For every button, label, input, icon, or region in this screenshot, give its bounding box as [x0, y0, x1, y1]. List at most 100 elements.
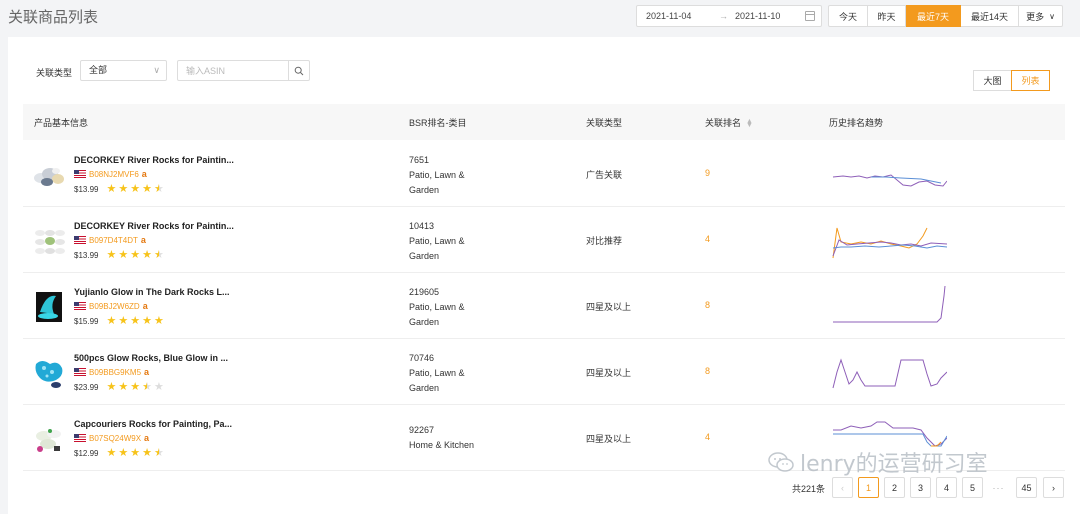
- search-button[interactable]: [288, 61, 309, 80]
- page-button[interactable]: 45: [1016, 477, 1037, 498]
- next-page-button[interactable]: ›: [1043, 477, 1064, 498]
- prev-page-button[interactable]: ‹: [832, 477, 853, 498]
- arrow-right-icon: →: [719, 11, 728, 21]
- page-title: 关联商品列表: [8, 9, 99, 26]
- star-empty-icon: ★: [153, 381, 164, 393]
- star-half-icon: ★: [153, 447, 164, 459]
- us-flag-icon: [74, 302, 86, 310]
- relation-rank: 8: [705, 366, 711, 376]
- amazon-icon[interactable]: a: [141, 235, 146, 245]
- calendar-icon: [805, 11, 815, 21]
- view-toggle: 大图 列表: [973, 70, 1050, 91]
- range-7days-button[interactable]: 最近7天: [906, 5, 961, 27]
- product-price: $23.99 ★ ★ ★ ★ ★: [74, 381, 165, 393]
- relation-type: 对比推荐: [586, 236, 623, 246]
- rating-stars: ★ ★ ★ ★ ★: [106, 381, 165, 393]
- total-count: 共221条: [792, 484, 826, 494]
- bsr-info: 10413 Patio, Lawn & Garden: [409, 221, 465, 261]
- date-start[interactable]: 2021-11-04: [646, 11, 691, 21]
- rating-stars: ★ ★ ★ ★ ★: [106, 315, 165, 327]
- relation-rank: 4: [705, 432, 711, 442]
- product-name[interactable]: Capcouriers Rocks for Painting, Pa...: [74, 419, 232, 429]
- star-full-icon: ★: [130, 183, 141, 195]
- range-14days-button[interactable]: 最近14天: [961, 5, 1019, 27]
- bsr-info: 7651 Patio, Lawn & Garden: [409, 155, 465, 195]
- product-name[interactable]: DECORKEY River Rocks for Paintin...: [74, 155, 234, 165]
- star-full-icon: ★: [106, 183, 117, 195]
- amazon-icon[interactable]: a: [142, 169, 147, 179]
- product-price: $15.99 ★ ★ ★ ★ ★: [74, 315, 165, 327]
- star-full-icon: ★: [142, 315, 152, 327]
- us-flag-icon: [74, 368, 86, 376]
- page-ellipsis[interactable]: ···: [988, 477, 1009, 498]
- page-button[interactable]: 3: [910, 477, 931, 498]
- relation-type-label: 关联类型: [36, 68, 73, 78]
- page-button[interactable]: 1: [858, 477, 879, 498]
- star-full-icon: ★: [118, 315, 129, 327]
- relation-type: 广告关联: [586, 170, 623, 180]
- amazon-icon[interactable]: a: [144, 433, 149, 443]
- relation-type: 四星及以上: [586, 368, 632, 378]
- product-price: $13.99 ★ ★ ★ ★ ★: [74, 249, 165, 261]
- product-thumbnail[interactable]: [32, 356, 66, 390]
- col-relation-rank[interactable]: 关联排名 ▲ ▼: [705, 116, 753, 129]
- bsr-info: 92267 Home & Kitchen: [409, 425, 475, 450]
- bsr-info: 219605 Patio, Lawn & Garden: [409, 287, 465, 327]
- bsr-info: 70746 Patio, Lawn & Garden: [409, 353, 465, 393]
- relation-type-select[interactable]: 全部 ∨: [80, 60, 167, 81]
- rank-trend-chart[interactable]: [831, 350, 947, 394]
- page-button[interactable]: 4: [936, 477, 957, 498]
- col-bsr: BSR排名-类目: [409, 118, 467, 128]
- view-list-button[interactable]: 列表: [1011, 70, 1050, 91]
- sort-icon[interactable]: ▲ ▼: [746, 118, 753, 129]
- star-full-icon: ★: [106, 249, 117, 261]
- product-thumbnail[interactable]: [32, 422, 66, 456]
- product-asin[interactable]: B07SQ24W9X a: [74, 433, 149, 443]
- amazon-icon[interactable]: a: [144, 367, 149, 377]
- date-range-picker[interactable]: 2021-11-04 → 2021-11-10: [636, 5, 822, 27]
- star-full-icon: ★: [142, 249, 152, 261]
- star-full-icon: ★: [118, 381, 129, 393]
- product-name[interactable]: Yujianlo Glow in The Dark Rocks L...: [74, 287, 230, 297]
- product-name[interactable]: DECORKEY River Rocks for Paintin...: [74, 221, 234, 231]
- rank-trend-chart[interactable]: [831, 284, 947, 328]
- product-price: $12.99 ★ ★ ★ ★ ★: [74, 447, 164, 459]
- product-name[interactable]: 500pcs Glow Rocks, Blue Glow in ...: [74, 353, 228, 363]
- product-thumbnail[interactable]: [32, 158, 66, 192]
- table-row: 500pcs Glow Rocks, Blue Glow in ... B09B…: [23, 339, 1065, 405]
- star-full-icon: ★: [130, 447, 141, 459]
- product-thumbnail[interactable]: [32, 224, 66, 258]
- asin-search: [177, 60, 310, 81]
- product-asin[interactable]: B097D4T4DT a: [74, 235, 146, 245]
- range-more-button[interactable]: 更多 ∨: [1019, 5, 1063, 27]
- page-button[interactable]: 5: [962, 477, 983, 498]
- star-full-icon: ★: [130, 315, 141, 327]
- star-half-icon: ★: [142, 381, 152, 393]
- table-row: DECORKEY River Rocks for Paintin... B08N…: [23, 141, 1065, 207]
- chevron-right-icon: ›: [1052, 482, 1055, 493]
- date-end[interactable]: 2021-11-10: [735, 11, 780, 21]
- chevron-down-icon: ∨: [153, 65, 160, 75]
- product-asin[interactable]: B09BBG9KM5 a: [74, 367, 149, 377]
- view-big-button[interactable]: 大图: [973, 70, 1012, 91]
- page-button[interactable]: 2: [884, 477, 905, 498]
- table-row: Yujianlo Glow in The Dark Rocks L... B09…: [23, 273, 1065, 339]
- product-thumbnail[interactable]: [32, 290, 66, 324]
- star-full-icon: ★: [118, 183, 129, 195]
- star-full-icon: ★: [118, 249, 129, 261]
- col-relation-type: 关联类型: [586, 118, 623, 128]
- rating-stars: ★ ★ ★ ★ ★: [106, 249, 165, 261]
- product-asin[interactable]: B09BJ2W6ZD a: [74, 301, 148, 311]
- star-full-icon: ★: [153, 315, 164, 327]
- col-product-info: 产品基本信息: [34, 118, 89, 128]
- range-today-button[interactable]: 今天: [828, 5, 868, 27]
- product-asin[interactable]: B08NJ2MVF6 a: [74, 169, 147, 179]
- us-flag-icon: [74, 170, 86, 178]
- amazon-icon[interactable]: a: [143, 301, 148, 311]
- rank-trend-chart[interactable]: [831, 218, 947, 262]
- range-yesterday-button[interactable]: 昨天: [868, 5, 906, 27]
- rating-stars: ★ ★ ★ ★ ★: [106, 183, 165, 195]
- star-full-icon: ★: [130, 249, 141, 261]
- asin-search-input[interactable]: [178, 61, 286, 80]
- rank-trend-chart[interactable]: [831, 152, 947, 196]
